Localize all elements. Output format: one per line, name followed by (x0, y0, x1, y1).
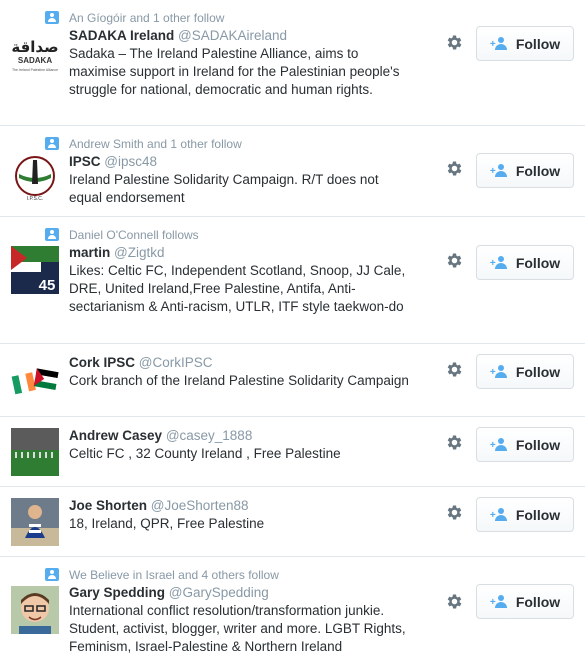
social-context: Andrew Smith and 1 other follow (45, 136, 573, 152)
add-user-icon: + (490, 507, 510, 522)
add-user-icon: + (490, 163, 510, 178)
account-handle[interactable]: @casey_1888 (166, 428, 253, 443)
gear-icon[interactable] (445, 159, 464, 178)
svg-text:The Ireland Palestine Alliance: The Ireland Palestine Alliance (12, 68, 58, 72)
account-handle[interactable]: @JoeShorten88 (151, 498, 249, 513)
account-bio: Celtic FC , 32 County Ireland , Free Pal… (69, 446, 341, 461)
account-bio: Sadaka – The Ireland Palestine Alliance,… (69, 46, 400, 97)
person-avatar (11, 498, 59, 546)
social-context-text: An Gíogóir and 1 other follow (69, 11, 225, 25)
who-to-follow-list: An Gíogóir and 1 other follow صداقة SADA… (0, 0, 585, 666)
account-handle[interactable]: @Zigtkd (114, 245, 164, 260)
account-name[interactable]: Cork IPSC (69, 355, 135, 370)
account-name[interactable]: SADAKA Ireland (69, 28, 174, 43)
account-handle[interactable]: @ipsc48 (104, 154, 157, 169)
account-bio: International conflict resolution/transf… (69, 603, 406, 654)
social-context: An Gíogóir and 1 other follow (45, 10, 573, 26)
avatar[interactable]: 45 (11, 246, 59, 294)
social-context-text: Daniel O'Connell follows (69, 228, 199, 242)
follow-button[interactable]: + Follow (476, 497, 574, 532)
social-context-text: Andrew Smith and 1 other follow (69, 137, 242, 151)
add-user-icon: + (490, 255, 510, 270)
svg-text:صداقة: صداقة (11, 38, 58, 56)
stadium-avatar (11, 428, 59, 476)
follow-label: Follow (515, 254, 561, 271)
gear-icon[interactable] (445, 433, 464, 452)
account-card: Joe Shorten @JoeShorten88 18, Ireland, Q… (0, 487, 585, 557)
follow-label: Follow (515, 506, 561, 523)
account-handle[interactable]: @CorkIPSC (139, 355, 213, 370)
follower-icon (45, 11, 59, 24)
account-name[interactable]: Andrew Casey (69, 428, 162, 443)
follow-button[interactable]: + Follow (476, 26, 574, 61)
account-card: An Gíogóir and 1 other follow صداقة SADA… (0, 0, 585, 126)
account-bio: Cork branch of the Ireland Palestine Sol… (69, 373, 409, 388)
account-bio: Likes: Celtic FC, Independent Scotland, … (69, 263, 406, 314)
account-name[interactable]: Gary Spedding (69, 585, 165, 600)
follow-label: Follow (515, 363, 561, 380)
account-name[interactable]: IPSC (69, 154, 101, 169)
account-name[interactable]: Joe Shorten (69, 498, 147, 513)
flags-avatar (11, 356, 59, 404)
add-user-icon: + (490, 36, 510, 51)
social-context: Daniel O'Connell follows (45, 227, 573, 243)
ipsc-logo: I.P.S.C. (15, 156, 55, 202)
svg-text:45: 45 (39, 277, 56, 294)
follow-label: Follow (515, 593, 561, 610)
account-card: Andrew Casey @casey_1888 Celtic FC , 32 … (0, 417, 585, 487)
follow-button[interactable]: + Follow (476, 584, 574, 619)
avatar[interactable] (11, 498, 59, 546)
svg-text:I.P.S.C.: I.P.S.C. (27, 196, 44, 202)
sadaka-logo: صداقة SADAKA The Ireland Palestine Allia… (11, 38, 58, 72)
avatar[interactable] (11, 356, 59, 404)
account-card: We Believe in Israel and 4 others follow… (0, 557, 585, 666)
svg-text:SADAKA: SADAKA (18, 56, 52, 65)
avatar[interactable]: صداقة SADAKA The Ireland Palestine Allia… (11, 30, 59, 78)
follow-label: Follow (515, 35, 561, 52)
follow-label: Follow (515, 162, 561, 179)
add-user-icon: + (490, 437, 510, 452)
account-card: Andrew Smith and 1 other follow I.P.S.C.… (0, 126, 585, 217)
follow-button[interactable]: + Follow (476, 354, 574, 389)
add-user-icon: + (490, 364, 510, 379)
social-context-text: We Believe in Israel and 4 others follow (69, 568, 279, 582)
gear-icon[interactable] (445, 33, 464, 52)
avatar[interactable] (11, 586, 59, 634)
follow-label: Follow (515, 436, 561, 453)
follow-button[interactable]: + Follow (476, 153, 574, 188)
gear-icon[interactable] (445, 503, 464, 522)
avatar[interactable]: I.P.S.C. (11, 154, 59, 202)
person-avatar (11, 586, 59, 634)
add-user-icon: + (490, 594, 510, 609)
social-context: We Believe in Israel and 4 others follow (45, 567, 573, 583)
follow-button[interactable]: + Follow (476, 245, 574, 280)
account-handle[interactable]: @GarySpedding (169, 585, 269, 600)
follow-button[interactable]: + Follow (476, 427, 574, 462)
martin-avatar: 45 (11, 246, 59, 294)
gear-icon[interactable] (445, 360, 464, 379)
account-bio: Ireland Palestine Solidarity Campaign. R… (69, 172, 379, 205)
gear-icon[interactable] (445, 592, 464, 611)
account-card: Cork IPSC @CorkIPSC Cork branch of the I… (0, 344, 585, 417)
follower-icon (45, 228, 59, 241)
avatar[interactable] (11, 428, 59, 476)
account-name[interactable]: martin (69, 245, 110, 260)
account-bio: 18, Ireland, QPR, Free Palestine (69, 516, 265, 531)
account-handle[interactable]: @SADAKAireland (178, 28, 287, 43)
gear-icon[interactable] (445, 251, 464, 270)
account-card: Daniel O'Connell follows 45 martin @Zigt… (0, 217, 585, 344)
follower-icon (45, 568, 59, 581)
follower-icon (45, 137, 59, 150)
